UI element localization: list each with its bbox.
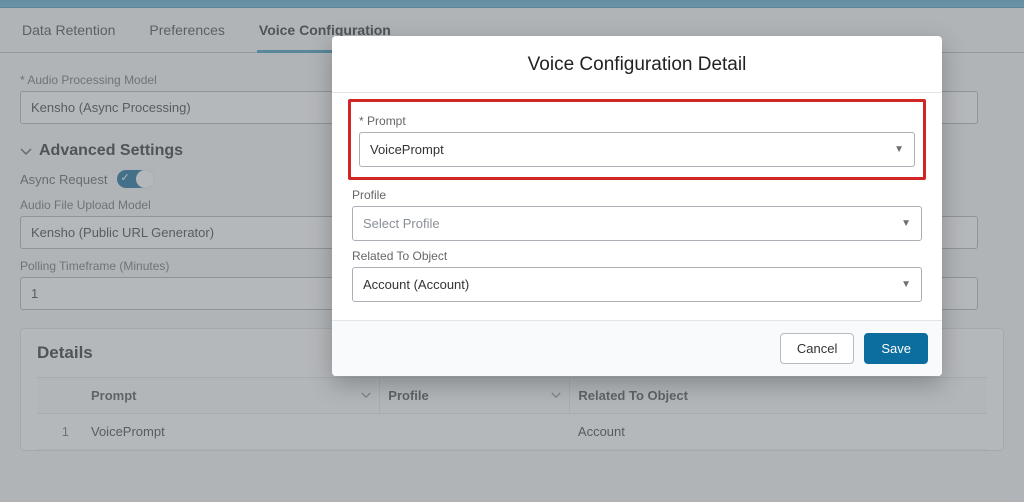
modal-prompt-value: VoicePrompt	[370, 142, 444, 157]
voice-config-detail-modal: Voice Configuration Detail Prompt VoiceP…	[332, 36, 942, 376]
modal-profile-placeholder: Select Profile	[363, 216, 440, 231]
modal-prompt-select[interactable]: VoicePrompt ▼	[359, 132, 915, 167]
modal-related-value: Account (Account)	[363, 277, 469, 292]
modal-related-label: Related To Object	[352, 249, 922, 263]
caret-down-icon: ▼	[894, 144, 904, 155]
cancel-button[interactable]: Cancel	[780, 333, 854, 364]
modal-profile-label: Profile	[352, 188, 922, 202]
modal-profile-select[interactable]: Select Profile ▼	[352, 206, 922, 241]
modal-prompt-label: Prompt	[359, 114, 915, 128]
caret-down-icon: ▼	[901, 218, 911, 229]
caret-down-icon: ▼	[901, 279, 911, 290]
save-button[interactable]: Save	[864, 333, 928, 364]
modal-related-select[interactable]: Account (Account) ▼	[352, 267, 922, 302]
modal-title: Voice Configuration Detail	[332, 36, 942, 93]
prompt-highlight: Prompt VoicePrompt ▼	[348, 99, 926, 180]
modal-footer: Cancel Save	[332, 320, 942, 376]
